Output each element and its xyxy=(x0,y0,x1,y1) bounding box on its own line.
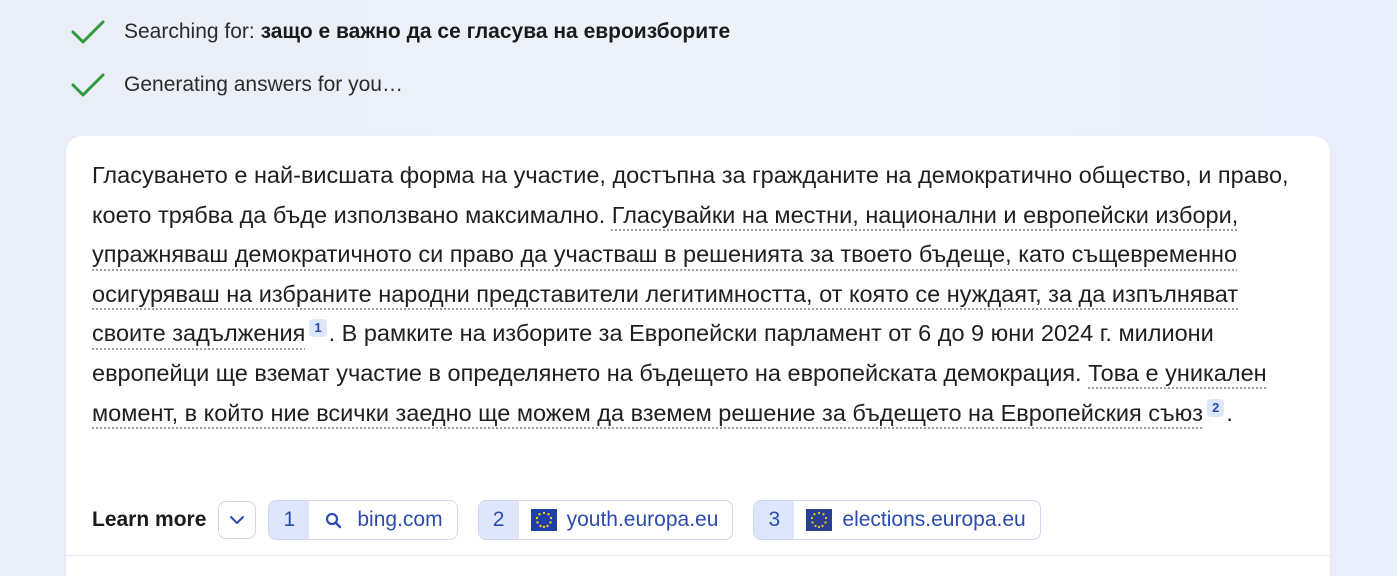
citation-badge[interactable]: 1 xyxy=(309,319,327,338)
source-link[interactable]: 1 bing.com xyxy=(268,500,458,540)
source-site: elections.europa.eu xyxy=(842,508,1026,531)
source-site: youth.europa.eu xyxy=(566,508,719,531)
searching-label: Searching for: xyxy=(124,20,261,43)
answer-text: Гласуването е най-висшата форма на участ… xyxy=(92,156,1302,433)
search-icon xyxy=(326,512,342,529)
generating-label: Generating answers for you… xyxy=(124,73,403,96)
expand-sources-button[interactable] xyxy=(218,501,257,539)
citation-badge[interactable]: 2 xyxy=(1207,398,1225,417)
source-site: bing.com xyxy=(357,508,443,531)
search-query: защо е важно да се гласува на евроизбори… xyxy=(260,20,731,43)
source-number: 2 xyxy=(478,501,519,539)
progress-searching: Searching for: защо е важно да се гласув… xyxy=(70,18,730,46)
learn-more-label: Learn more xyxy=(92,508,207,531)
card-divider xyxy=(66,555,1330,556)
checkmark-icon xyxy=(71,73,105,97)
answer-sentence: . xyxy=(1226,399,1233,426)
eu-flag-icon xyxy=(530,509,557,531)
learn-more-bar: Learn more 1 bing.com 2 youth.europa.eu … xyxy=(92,500,1061,540)
eu-flag-icon xyxy=(806,509,833,531)
answer-card: Гласуването е най-висшата форма на участ… xyxy=(66,136,1330,576)
source-link[interactable]: 3 elections.europa.eu xyxy=(753,500,1041,540)
progress-generating: Generating answers for you… xyxy=(70,71,403,99)
source-number: 3 xyxy=(754,501,795,539)
source-number: 1 xyxy=(269,501,310,539)
checkmark-icon xyxy=(71,20,105,44)
source-link[interactable]: 2 youth.europa.eu xyxy=(477,500,734,540)
chevron-down-icon xyxy=(230,516,245,524)
